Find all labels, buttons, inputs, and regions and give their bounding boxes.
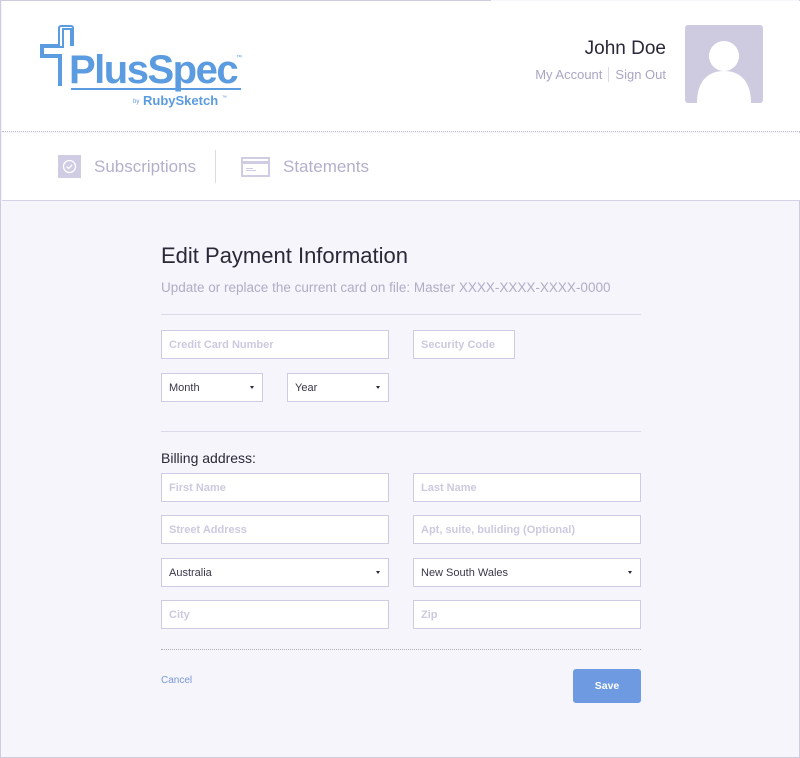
user-links: My Account Sign Out xyxy=(535,67,666,82)
user-silhouette-icon xyxy=(697,41,751,103)
check-circle-icon xyxy=(58,155,81,178)
nav-divider xyxy=(215,150,216,183)
country-select-value: Australia xyxy=(169,566,212,579)
caret-down-icon xyxy=(628,571,632,574)
security-code-input[interactable] xyxy=(421,338,514,351)
credit-card-number-field[interactable] xyxy=(161,330,389,359)
caret-down-icon xyxy=(376,386,380,389)
street-address-field[interactable] xyxy=(161,515,389,544)
caret-down-icon xyxy=(376,571,380,574)
divider xyxy=(161,314,641,315)
save-button[interactable]: Save xyxy=(573,669,641,703)
nav-item-statements[interactable]: Statements xyxy=(241,133,369,200)
user-name: John Doe xyxy=(584,38,666,59)
account-nav: Subscriptions Statements xyxy=(2,133,800,201)
credit-card-icon xyxy=(241,156,270,177)
sign-out-link[interactable]: Sign Out xyxy=(615,67,666,82)
credit-card-number-input[interactable] xyxy=(169,338,388,351)
my-account-link[interactable]: My Account xyxy=(535,67,602,82)
svg-text:RubySketch: RubySketch xyxy=(143,93,218,108)
plusspec-logo[interactable]: PlusSpec ™ by RubySketch ™ xyxy=(39,23,249,111)
divider xyxy=(161,431,641,432)
year-select-value: Year xyxy=(295,381,318,394)
year-select[interactable]: Year xyxy=(287,373,389,402)
nav-label-statements: Statements xyxy=(283,156,369,176)
last-name-field[interactable] xyxy=(413,473,641,502)
billing-address-label: Billing address: xyxy=(161,450,256,466)
apt-suite-input[interactable] xyxy=(421,523,640,536)
country-select[interactable]: Australia xyxy=(161,558,389,587)
state-select-value: New South Wales xyxy=(421,566,509,579)
city-field[interactable] xyxy=(161,600,389,629)
svg-text:™: ™ xyxy=(222,95,227,101)
cancel-link[interactable]: Cancel xyxy=(161,675,192,686)
security-code-field[interactable] xyxy=(413,330,515,359)
month-select[interactable]: Month xyxy=(161,373,263,402)
nav-item-subscriptions[interactable]: Subscriptions xyxy=(58,133,196,200)
current-card-info: Update or replace the current card on fi… xyxy=(161,280,611,295)
dotted-divider xyxy=(161,649,641,650)
svg-text:by: by xyxy=(133,99,139,105)
svg-text:™: ™ xyxy=(236,54,242,61)
month-select-value: Month xyxy=(169,381,200,394)
caret-down-icon xyxy=(250,386,254,389)
apt-suite-field[interactable] xyxy=(413,515,641,544)
first-name-field[interactable] xyxy=(161,473,389,502)
header: PlusSpec ™ by RubySketch ™ John Doe My A… xyxy=(2,1,800,132)
nav-label-subscriptions: Subscriptions xyxy=(94,156,197,176)
avatar[interactable] xyxy=(685,25,763,103)
first-name-input[interactable] xyxy=(169,481,388,494)
page-frame: PlusSpec ™ by RubySketch ™ John Doe My A… xyxy=(0,0,800,758)
link-divider xyxy=(608,67,610,82)
street-address-input[interactable] xyxy=(169,523,388,536)
city-input[interactable] xyxy=(169,608,388,621)
zip-input[interactable] xyxy=(421,608,640,621)
logo-wordmark: PlusSpec xyxy=(69,48,238,92)
last-name-input[interactable] xyxy=(421,481,640,494)
page-title: Edit Payment Information xyxy=(161,243,409,268)
state-select[interactable]: New South Wales xyxy=(413,558,641,587)
zip-field[interactable] xyxy=(413,600,641,629)
